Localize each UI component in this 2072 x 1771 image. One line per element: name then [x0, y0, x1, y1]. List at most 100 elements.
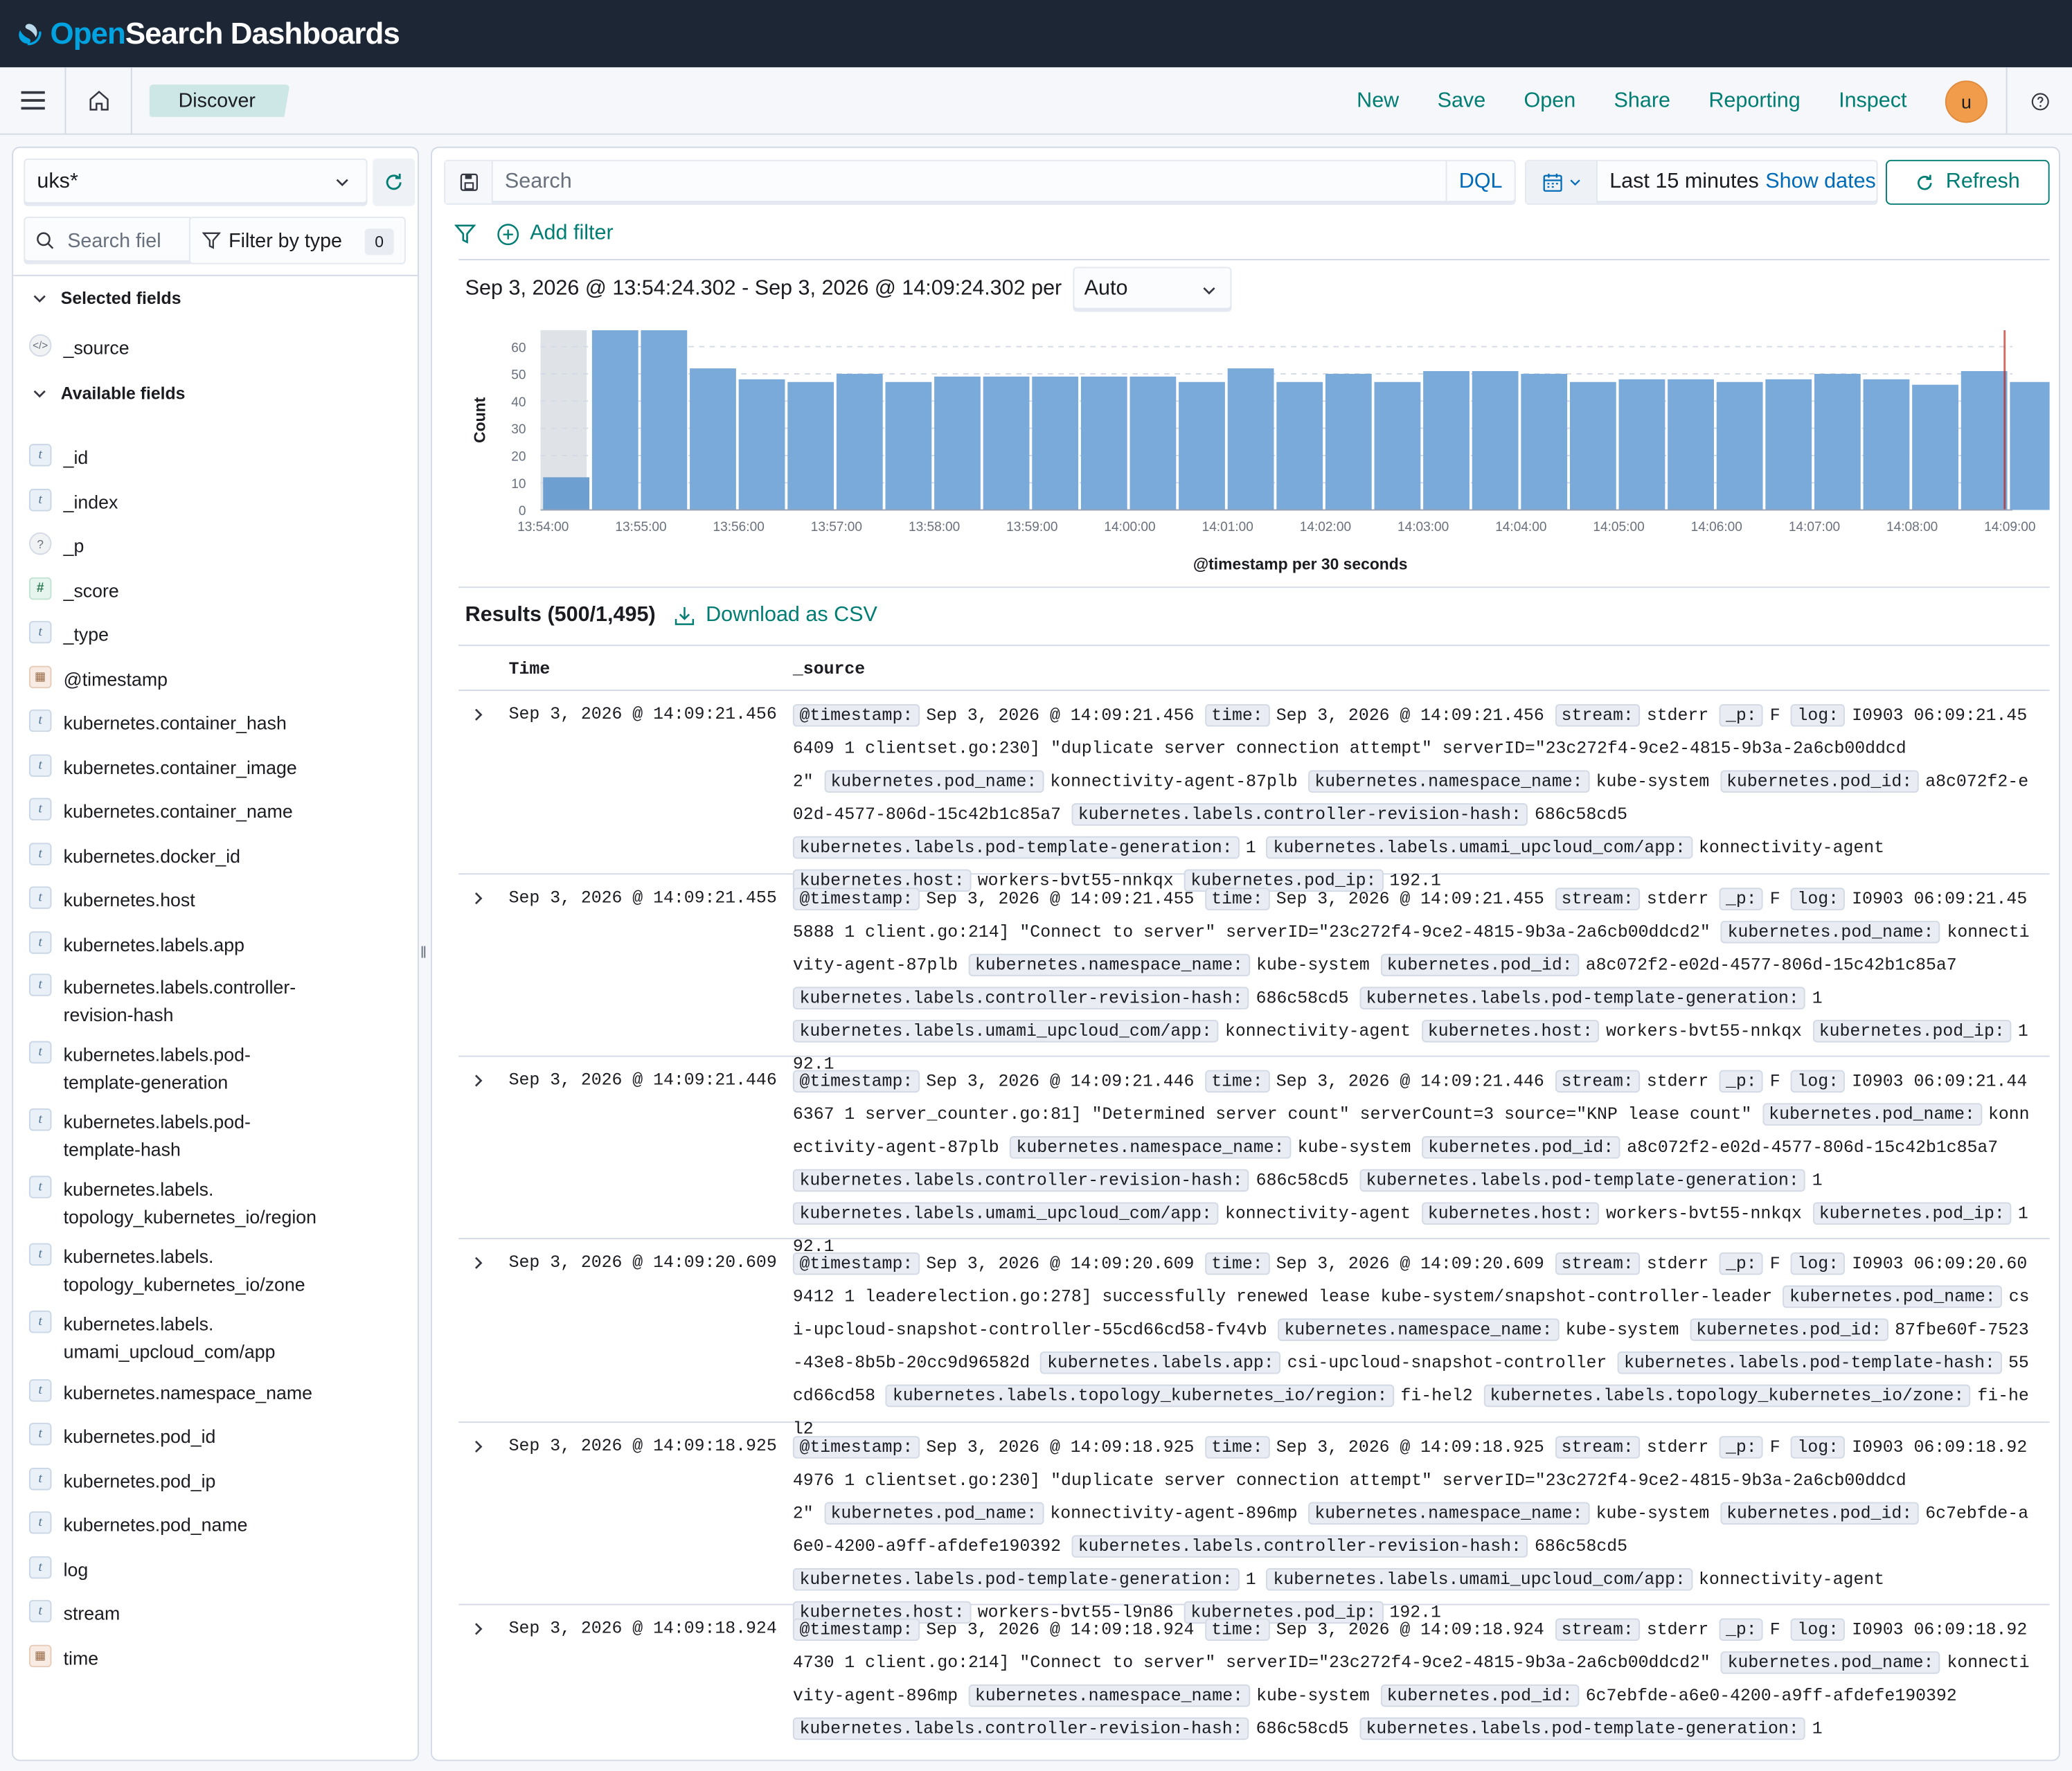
field-item[interactable]: t kubernetes.container_image	[28, 754, 297, 782]
histogram-bar[interactable]	[1129, 376, 1177, 510]
expand-row-icon[interactable]	[470, 1621, 486, 1637]
histogram-bar[interactable]	[1814, 373, 1861, 510]
field-item[interactable]: t log	[28, 1556, 88, 1584]
histogram-bar[interactable]	[1423, 371, 1470, 510]
resize-handle[interactable]: ‖	[420, 943, 427, 962]
histogram-bar[interactable]	[885, 381, 932, 510]
inspect-link[interactable]: Inspect	[1839, 89, 1906, 113]
histogram-bar[interactable]	[1374, 381, 1421, 510]
breadcrumb-discover[interactable]: Discover	[149, 84, 290, 117]
field-item[interactable]: t stream	[28, 1599, 120, 1628]
histogram-bar[interactable]	[1912, 384, 1958, 510]
field-item[interactable]: t kubernetes.labels. umami_upcloud_com/ap…	[28, 1310, 276, 1366]
reporting-link[interactable]: Reporting	[1708, 89, 1800, 113]
field-item[interactable]: t kubernetes.labels.app	[28, 931, 244, 959]
field-item[interactable]: t kubernetes.namespace_name	[28, 1379, 312, 1407]
index-pattern-select[interactable]: uks*	[24, 158, 368, 206]
histogram-bar[interactable]	[1716, 381, 1763, 510]
refresh-index-button[interactable]	[373, 158, 416, 206]
field-item[interactable]: t kubernetes.pod_name	[28, 1511, 247, 1539]
open-link[interactable]: Open	[1524, 89, 1576, 113]
download-csv-button[interactable]: Download as CSV	[674, 604, 877, 627]
show-dates-link[interactable]: Show dates	[1765, 170, 1876, 194]
field-item[interactable]: t kubernetes.docker_id	[28, 843, 240, 870]
refresh-button[interactable]: Refresh	[1886, 159, 2050, 205]
histogram-bar[interactable]	[836, 373, 883, 510]
histogram-bar[interactable]	[591, 330, 638, 510]
expand-row-icon[interactable]	[470, 1439, 486, 1455]
field-item[interactable]: t kubernetes.pod_id	[28, 1423, 215, 1450]
field-item[interactable]: # _score	[28, 577, 119, 605]
histogram-bar[interactable]	[1325, 373, 1372, 510]
user-avatar[interactable]: u	[1945, 80, 1988, 123]
source-field-value: Sep 3, 2026 @ 14:09:21.455	[1276, 889, 1544, 909]
expand-row-icon[interactable]	[470, 890, 486, 906]
field-item[interactable]: t kubernetes.labels. topology_kubernetes_…	[28, 1243, 305, 1299]
field-item[interactable]: t kubernetes.labels.pod- template-generat…	[28, 1041, 251, 1097]
menu-toggle-button[interactable]	[0, 66, 66, 134]
query-language-button[interactable]: DQL	[1445, 161, 1515, 204]
histogram-bar[interactable]	[690, 368, 736, 510]
field-item[interactable]: ▦ @timestamp	[28, 665, 168, 694]
interval-select[interactable]: Auto	[1072, 267, 1231, 312]
histogram-bar[interactable]	[1668, 379, 1714, 510]
histogram-bar[interactable]	[641, 330, 688, 510]
histogram-bar[interactable]	[1618, 379, 1665, 510]
source-field-value: 1	[1812, 1170, 1823, 1191]
new-link[interactable]: New	[1357, 89, 1399, 113]
selected-fields-header[interactable]: Selected fields	[29, 288, 181, 308]
field-item[interactable]: ▦ time	[28, 1644, 98, 1673]
histogram-bar[interactable]	[1765, 379, 1812, 510]
field-search-input[interactable]: Search fiel	[24, 216, 193, 264]
field-item[interactable]: t _index	[28, 489, 118, 516]
histogram-bar[interactable]	[787, 381, 834, 510]
column-header-time[interactable]: Time	[509, 659, 551, 679]
histogram-bar[interactable]	[1179, 381, 1225, 510]
time-range-label[interactable]: Last 15 minutes	[1598, 170, 1759, 194]
histogram-bar[interactable]	[1472, 371, 1519, 510]
histogram-bar[interactable]	[1080, 376, 1127, 510]
available-fields-header[interactable]: Available fields	[29, 383, 185, 403]
save-link[interactable]: Save	[1438, 89, 1486, 113]
field-item[interactable]: ? _p	[28, 532, 84, 560]
histogram-bar[interactable]	[1961, 371, 2008, 510]
column-header-source[interactable]: _source	[793, 659, 865, 679]
histogram-bar[interactable]	[1569, 381, 1616, 510]
histogram-bar[interactable]	[983, 376, 1030, 510]
filter-by-type-button[interactable]: Filter by type 0	[188, 216, 406, 264]
field-item[interactable]: t kubernetes.container_name	[28, 798, 293, 826]
saved-query-button[interactable]	[445, 161, 493, 204]
histogram-bar[interactable]	[1521, 373, 1568, 510]
histogram-bar[interactable]	[1276, 381, 1323, 510]
field-item[interactable]: t kubernetes.labels. topology_kubernetes_…	[28, 1176, 316, 1231]
field-item-source[interactable]: </> _source	[28, 334, 130, 362]
histogram-bar[interactable]	[1227, 368, 1274, 510]
histogram-bar[interactable]	[2010, 381, 2050, 510]
histogram-chart[interactable]: 0 10 20 30 40 50 60 13:54:00 13:55:00 13:56:00 13:…	[458, 320, 2050, 584]
field-item[interactable]: t kubernetes.pod_ip	[28, 1468, 215, 1495]
histogram-bar[interactable]	[738, 379, 785, 510]
histogram-bar[interactable]	[543, 477, 590, 510]
help-button[interactable]	[2006, 67, 2072, 135]
expand-row-icon[interactable]	[470, 1255, 486, 1271]
histogram-bar[interactable]	[1032, 376, 1079, 510]
quick-menu-button[interactable]	[1526, 161, 1598, 204]
filter-icon[interactable]	[454, 223, 476, 244]
histogram-bar[interactable]	[1863, 379, 1910, 510]
field-item[interactable]: t kubernetes.labels.pod- template-hash	[28, 1108, 251, 1164]
main-panel: Search DQL Last 15 minutes Show dates Re…	[431, 146, 2060, 1761]
search-input[interactable]: Search	[493, 170, 1446, 194]
field-item[interactable]: t kubernetes.labels.controller- revision-…	[28, 973, 296, 1029]
share-link[interactable]: Share	[1614, 89, 1670, 113]
opensearch-logo-icon[interactable]	[16, 19, 45, 48]
field-item[interactable]: t kubernetes.container_hash	[28, 709, 287, 737]
histogram-bar[interactable]	[934, 376, 981, 510]
field-item[interactable]: t kubernetes.host	[28, 886, 195, 914]
expand-row-icon[interactable]	[470, 1072, 486, 1088]
field-item[interactable]: t _type	[28, 620, 109, 649]
field-item[interactable]: t _id	[28, 444, 88, 471]
home-button[interactable]	[66, 66, 132, 134]
expand-row-icon[interactable]	[470, 707, 486, 723]
add-filter-button[interactable]: Add filter	[497, 222, 614, 246]
brand-title[interactable]: OpenSearch Dashboards	[51, 16, 400, 52]
